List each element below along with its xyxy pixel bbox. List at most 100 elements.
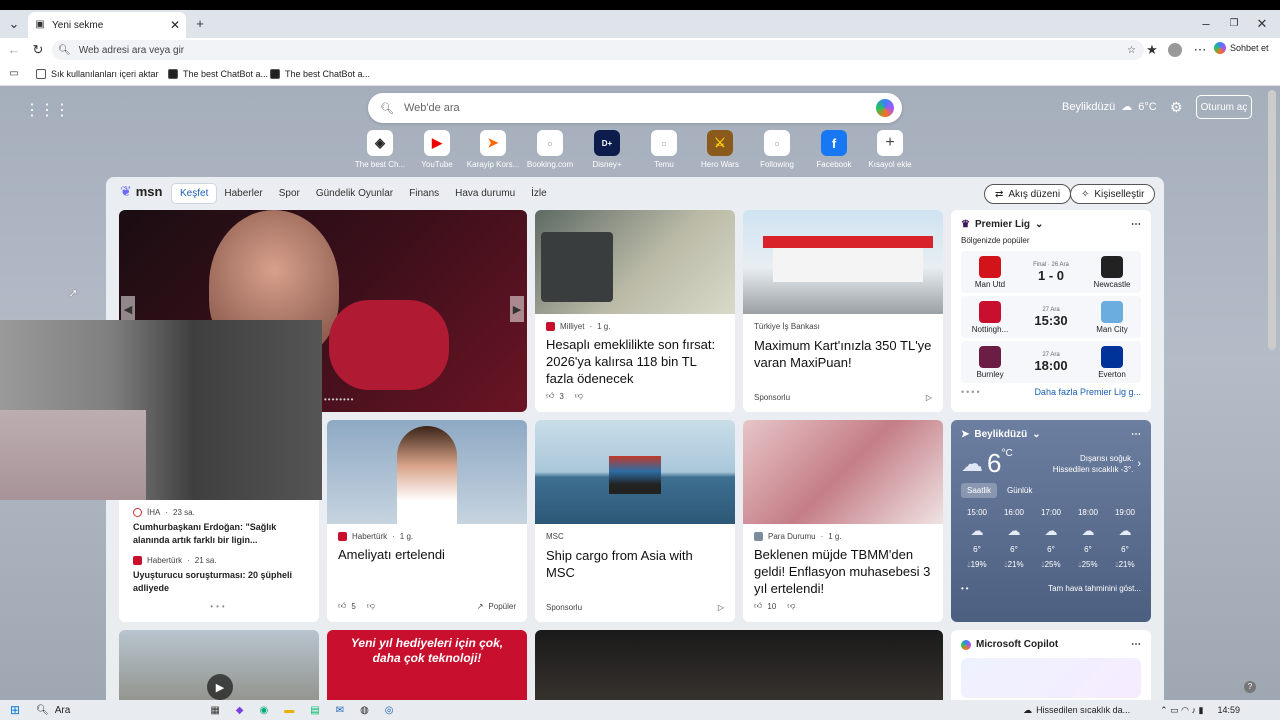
tab-hava[interactable]: Hava durumu	[447, 188, 523, 199]
quick-link-chatbot[interactable]: ◈ The best Ch...	[352, 130, 408, 169]
tab-daily[interactable]: Günlük	[1001, 483, 1038, 498]
news-title[interactable]: Cumhurbaşkanı Erdoğan: "Sağlık alanında …	[133, 521, 305, 547]
file-explorer-icon[interactable]: ▬	[284, 705, 294, 716]
thumbs-up-icon[interactable]: 👍︎	[754, 601, 762, 611]
dark-image-card[interactable]	[535, 630, 943, 700]
clock[interactable]: 14:59	[1217, 705, 1240, 715]
hour-temp: 6°	[1047, 545, 1055, 554]
thumbs-down-icon[interactable]: 👎︎	[367, 601, 375, 611]
feed-layout-button[interactable]: ⇄ Akış düzeni	[984, 184, 1072, 204]
copilot-header[interactable]: Microsoft Copilot ⋯	[961, 639, 1141, 650]
close-tab-icon[interactable]: ✕	[170, 18, 180, 32]
copilot-icon[interactable]	[876, 99, 894, 117]
quick-link-following[interactable]: ▫ Following	[749, 130, 805, 169]
web-search-input[interactable]: 🔍︎ Web'de ara	[368, 93, 902, 123]
full-forecast-link[interactable]: Tam hava tahminini göst...	[1048, 584, 1141, 593]
news-card-milliyet[interactable]: Milliyet · 1 g. Hesaplı emeklilikte son fı…	[535, 210, 735, 412]
app-icon[interactable]: ◍	[360, 705, 369, 716]
play-icon[interactable]: ▶	[207, 674, 233, 700]
apps-grid-icon[interactable]: ⋮⋮⋮	[24, 100, 70, 120]
task-view-icon[interactable]: ▦	[210, 705, 219, 716]
new-tab-plus-icon[interactable]: +	[190, 14, 210, 34]
tab-kesfet[interactable]: Keşfet	[172, 183, 217, 203]
favorites-icon[interactable]: ★	[1142, 40, 1162, 60]
thumbs-down-icon[interactable]: 👎︎	[787, 601, 795, 611]
news-card-paradurumu[interactable]: Para Durumu · 1 g. Beklenen müjde TBMM'den…	[743, 420, 943, 622]
more-options-icon[interactable]: ⋯	[1131, 219, 1141, 230]
msn-logo[interactable]: ❦ msn	[120, 183, 162, 200]
windows-start-icon[interactable]: ⊞	[10, 703, 20, 717]
sidebar-toggle-icon[interactable]: ▭	[4, 64, 24, 84]
match-score: 18:00	[1034, 357, 1068, 373]
match-row[interactable]: Burnley 27 Ara 18:00 Everton	[961, 341, 1141, 383]
quick-link-karayip[interactable]: ➤ Karayip Kors...	[465, 130, 521, 169]
league-header[interactable]: ♛ Premier Lig ⌄ ⋯	[961, 219, 1141, 230]
taskbar-search[interactable]: Ara	[55, 705, 71, 716]
quick-link-herowars[interactable]: ⚔ Hero Wars	[692, 130, 748, 169]
maximize-icon[interactable]: ❐	[1224, 14, 1244, 34]
sponsored-card-msc[interactable]: MSC Ship cargo from Asia with MSC Sponso…	[535, 420, 735, 622]
quick-link-temu[interactable]: ▫ Temu	[636, 130, 692, 169]
thumbs-down-icon[interactable]: 👎︎	[575, 391, 583, 401]
minimize-icon[interactable]: –	[1196, 14, 1216, 34]
match-row[interactable]: Nottingh... 27 Ara 15:30 Man City	[961, 296, 1141, 338]
weather-notice[interactable]: ☁ Hissedilen sıcaklık da...	[1023, 705, 1130, 716]
promo-card[interactable]: Yeni yıl hediyeleri için çok, daha çok t…	[327, 630, 527, 700]
tab-actions-chevron-icon[interactable]: ⌄	[4, 14, 24, 34]
outlook-icon[interactable]: ✉	[336, 705, 344, 716]
like-count: 3	[559, 391, 564, 401]
help-icon[interactable]: ?	[1244, 681, 1256, 693]
chrome-icon[interactable]: ◎	[385, 705, 394, 716]
more-options-icon[interactable]: ⋯	[1131, 639, 1141, 650]
scrollbar-thumb[interactable]	[1268, 90, 1276, 350]
tab-finans[interactable]: Finans	[401, 188, 447, 199]
weather-header[interactable]: ➤ Beylikdüzü ⌄ ⋯	[961, 429, 1141, 440]
tray-icons[interactable]: ⌃ ▭ ◠ ♪ ▮	[1160, 705, 1203, 716]
quick-link-youtube[interactable]: ▶ YouTube	[409, 130, 465, 169]
window-close-icon[interactable]: ✕	[1252, 14, 1272, 34]
favorite-star-icon[interactable]: ☆	[1127, 45, 1136, 56]
thumbs-up-icon[interactable]: 👍︎	[546, 391, 554, 401]
ad-choices-icon[interactable]: ▷	[926, 393, 932, 402]
sponsored-card-isbank[interactable]: Türkiye İş Bankası Maximum Kart'ınızla 3…	[743, 210, 943, 412]
login-button[interactable]: Oturum aç	[1196, 95, 1252, 119]
fav-chatbot-2[interactable]: The best ChatBot a...	[270, 67, 370, 81]
next-slide-icon[interactable]: ▶	[510, 296, 524, 322]
quick-link-disney[interactable]: D+ Disney+	[579, 130, 635, 169]
prev-slide-icon[interactable]: ◀	[121, 296, 135, 322]
weather-mini[interactable]: Beylikdüzü ☁ 6°C	[1062, 100, 1157, 114]
personalize-button[interactable]: ✧ Kişiselleştir	[1070, 184, 1156, 204]
tab-spor[interactable]: Spor	[271, 188, 308, 199]
copilot-button[interactable]: Sohbet et	[1214, 42, 1269, 54]
more-menu-icon[interactable]: ⋯	[1190, 40, 1210, 60]
edge-icon[interactable]: ◉	[259, 705, 268, 716]
news-title[interactable]: Uyuşturucu soruşturması: 20 şüpheli adli…	[133, 569, 305, 595]
page-icon: ▫	[764, 130, 790, 156]
tab-haberler[interactable]: Haberler	[216, 188, 270, 199]
tab-hourly[interactable]: Saatlik	[961, 483, 998, 498]
more-league-link[interactable]: Daha fazla Premier Lig g...	[1034, 387, 1141, 397]
quick-link-label: Karayip Kors...	[466, 160, 520, 169]
news-card-haberturk[interactable]: Habertürk · 1 g. Ameliyatı ertelendi 👍︎ 5 👎︎…	[327, 420, 527, 622]
quick-link-add[interactable]: + Kısayol ekle	[862, 130, 918, 169]
fav-chatbot-1[interactable]: The best ChatBot a...	[168, 67, 268, 81]
video-card[interactable]: ▶	[119, 630, 319, 700]
tab-games[interactable]: Gündelik Oyunlar	[308, 188, 401, 199]
store-icon[interactable]: ▤	[310, 705, 319, 716]
refresh-icon[interactable]: ↻	[28, 40, 48, 60]
address-input[interactable]: 🔍︎ Web adresi ara veya gir ☆	[52, 40, 1144, 60]
ad-choices-icon[interactable]: ▷	[718, 603, 724, 612]
more-options-icon[interactable]: ⋯	[1131, 429, 1141, 440]
match-row[interactable]: Man Utd Final · 26 Ara 1 - 0 Newcastle	[961, 251, 1141, 293]
quick-link-booking[interactable]: ▫ Booking.com	[522, 130, 578, 169]
tab-new-tab[interactable]: ▣ Yeni sekme ✕	[28, 12, 186, 38]
settings-gear-icon[interactable]: ⚙	[1170, 99, 1183, 116]
copilot-app-icon[interactable]: ◆	[236, 705, 244, 716]
profile-avatar[interactable]	[1168, 43, 1182, 57]
chevron-right-icon[interactable]: ›	[1137, 458, 1141, 470]
fav-import[interactable]: Sık kullanılanları içeri aktar	[36, 67, 159, 81]
thumbs-up-icon[interactable]: 👍︎	[338, 601, 346, 611]
back-icon[interactable]: ←	[4, 40, 24, 60]
quick-link-facebook[interactable]: f Facebook	[806, 130, 862, 169]
tab-izle[interactable]: İzle	[523, 188, 555, 199]
